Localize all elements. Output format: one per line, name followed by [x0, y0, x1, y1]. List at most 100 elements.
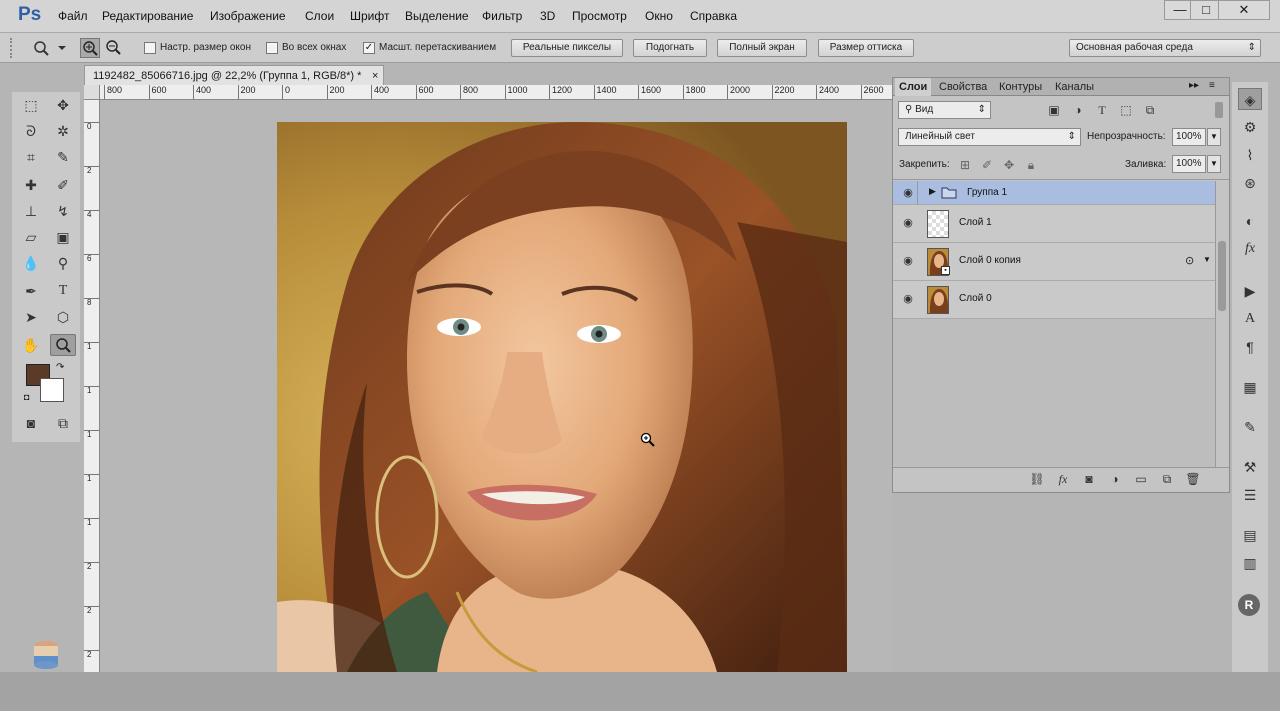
layer-name[interactable]: Слой 1: [959, 217, 992, 228]
lock-pixels-icon[interactable]: ✐: [979, 157, 995, 173]
hand-icon[interactable]: ✋: [18, 334, 44, 356]
resize-windows-checkbox[interactable]: [144, 42, 156, 54]
close-tab-icon[interactable]: ×: [372, 66, 378, 86]
gradient-icon[interactable]: ▣: [50, 226, 76, 248]
layer-effects-icon[interactable]: ⊙: [1185, 254, 1194, 267]
fill-input[interactable]: 100%: [1172, 155, 1206, 173]
layer-row-copy[interactable]: ◉ ▪ Слой 0 копия ⊙ ▼: [893, 243, 1215, 281]
visibility-eye-icon[interactable]: ◉: [901, 292, 915, 306]
menu-view[interactable]: Просмотр: [572, 9, 627, 23]
fx-icon[interactable]: fx: [1055, 471, 1071, 487]
menu-select[interactable]: Выделение: [405, 9, 469, 23]
visibility-eye-icon[interactable]: ◉: [901, 216, 915, 230]
background-color-swatch[interactable]: [40, 378, 64, 402]
notes-dock-icon[interactable]: ▤: [1238, 524, 1262, 546]
expand-effects-icon[interactable]: ▼: [1203, 255, 1211, 264]
portrait-photo[interactable]: [277, 122, 847, 672]
layers-empty-area[interactable]: [893, 319, 1215, 467]
document-tab[interactable]: 1192482_85066716.jpg @ 22,2% (Группа 1, …: [84, 65, 384, 85]
paragraph-dock-icon[interactable]: ¶: [1238, 336, 1262, 358]
add-mask-icon[interactable]: ◙: [1081, 471, 1097, 487]
pen-icon[interactable]: ✒: [18, 280, 44, 302]
default-colors-icon[interactable]: ◘: [24, 392, 29, 402]
dodge-icon[interactable]: ⚲: [50, 252, 76, 274]
ruler-origin[interactable]: [84, 85, 100, 100]
clone-stamp-icon[interactable]: ⊥: [18, 200, 44, 222]
history-brush-icon[interactable]: ↯: [50, 200, 76, 222]
actual-pixels-button[interactable]: Реальные пикселы: [511, 39, 623, 57]
tab-properties[interactable]: Свойства: [935, 78, 991, 96]
filter-toggle[interactable]: [1215, 102, 1223, 118]
character-dock-icon[interactable]: A: [1238, 308, 1262, 330]
brush-presets-dock-icon[interactable]: ✎: [1238, 416, 1262, 438]
tool-presets-dock-icon[interactable]: ⚒: [1238, 456, 1262, 478]
filter-smart-icon[interactable]: ⧉: [1142, 102, 1158, 118]
opacity-dropdown-icon[interactable]: ▼: [1207, 128, 1221, 146]
path-select-icon[interactable]: ➤: [18, 306, 44, 328]
magic-wand-icon[interactable]: ✲: [50, 120, 76, 142]
channels-dock-icon[interactable]: ⊛: [1238, 172, 1262, 194]
expand-arrow-icon[interactable]: ▶: [929, 186, 936, 197]
new-layer-icon[interactable]: ⧉: [1159, 471, 1175, 487]
blur-icon[interactable]: 💧: [18, 252, 44, 274]
lock-all-icon[interactable]: 🔒︎: [1023, 157, 1039, 173]
tab-channels[interactable]: Каналы: [1051, 78, 1098, 96]
fit-screen-button[interactable]: Подогнать: [633, 39, 707, 57]
all-windows-checkbox[interactable]: [266, 42, 278, 54]
color-dock-icon[interactable]: ◐: [1238, 210, 1262, 232]
menu-filter[interactable]: Фильтр: [482, 9, 522, 23]
fill-dropdown-icon[interactable]: ▼: [1207, 155, 1221, 173]
zoom-tool-preset-icon[interactable]: [28, 38, 68, 58]
zoom-in-icon[interactable]: [80, 38, 100, 58]
vertical-ruler[interactable]: 0 2 4 6 8 1 1 1 1 1 2 2 2: [84, 100, 100, 672]
brush-icon[interactable]: ✐: [50, 174, 76, 196]
layers-dock-icon[interactable]: ◈: [1238, 88, 1262, 110]
workspace-select[interactable]: Основная рабочая среда ⇕: [1069, 39, 1261, 57]
layers-scrollbar[interactable]: [1215, 181, 1229, 467]
quick-mask-icon[interactable]: ◙: [18, 412, 44, 434]
close-window-button[interactable]: ✕: [1218, 0, 1270, 20]
filter-adjust-icon[interactable]: ◑: [1070, 102, 1086, 118]
healing-brush-icon[interactable]: ✚: [18, 174, 44, 196]
visibility-eye-icon[interactable]: ◉: [901, 186, 915, 200]
screen-mode-icon[interactable]: ⧉: [50, 412, 76, 434]
menu-help[interactable]: Справка: [690, 9, 737, 23]
lock-position-icon[interactable]: ✥: [1001, 157, 1017, 173]
adjustments-dock-icon[interactable]: ⚙: [1238, 116, 1262, 138]
filter-type-icon[interactable]: T: [1094, 102, 1110, 118]
zoom-tool-icon[interactable]: [50, 334, 76, 356]
opacity-input[interactable]: 100%: [1172, 128, 1206, 146]
print-size-button[interactable]: Размер оттиска: [818, 39, 914, 57]
layer-row-group[interactable]: ◉ ▶ Группа 1: [893, 181, 1215, 205]
layer-name[interactable]: Группа 1: [967, 187, 1007, 198]
layer-row-0[interactable]: ◉ Слой 0: [893, 281, 1215, 319]
history-dock-icon[interactable]: ▥: [1238, 552, 1262, 574]
paths-dock-icon[interactable]: ⌇: [1238, 144, 1262, 166]
move-tool-icon[interactable]: ✥: [50, 94, 76, 116]
rect-marquee-icon[interactable]: ⬚: [18, 94, 44, 116]
horizontal-ruler[interactable]: 800 600 400 200 0 200 400 600 800 1000 1200 1400 160…: [100, 85, 892, 100]
layer-filter-select[interactable]: ⚲ Вид ⇕: [898, 101, 991, 119]
tab-layers[interactable]: Слои: [895, 78, 932, 96]
zoom-out-icon[interactable]: [104, 38, 124, 58]
menu-image[interactable]: Изображение: [210, 9, 286, 23]
menu-layers[interactable]: Слои: [305, 9, 334, 23]
link-layers-icon[interactable]: ⛓: [1029, 471, 1045, 487]
scrollbar-thumb[interactable]: [1218, 241, 1226, 311]
menu-type[interactable]: Шрифт: [350, 9, 389, 23]
menu-file[interactable]: Файл: [58, 9, 88, 23]
menu-window[interactable]: Окно: [645, 9, 673, 23]
scrubby-zoom-checkbox[interactable]: ✓: [363, 42, 375, 54]
panel-collapse-icon[interactable]: ▸▸: [1189, 80, 1199, 91]
lock-transparent-icon[interactable]: ⊞: [957, 157, 973, 173]
properties-dock-icon[interactable]: ☰: [1238, 484, 1262, 506]
menu-edit[interactable]: Редактирование: [102, 9, 193, 23]
layer-name[interactable]: Слой 0 копия: [959, 255, 1021, 266]
trash-icon[interactable]: 🗑︎: [1185, 471, 1201, 487]
styles-dock-icon[interactable]: fx: [1238, 238, 1262, 260]
crop-icon[interactable]: ⌗: [18, 146, 44, 168]
shape-icon[interactable]: ⬡: [50, 306, 76, 328]
filter-pixel-icon[interactable]: ▣: [1046, 102, 1062, 118]
visibility-eye-icon[interactable]: ◉: [901, 254, 915, 268]
swatches-dock-icon[interactable]: ▦: [1238, 376, 1262, 398]
